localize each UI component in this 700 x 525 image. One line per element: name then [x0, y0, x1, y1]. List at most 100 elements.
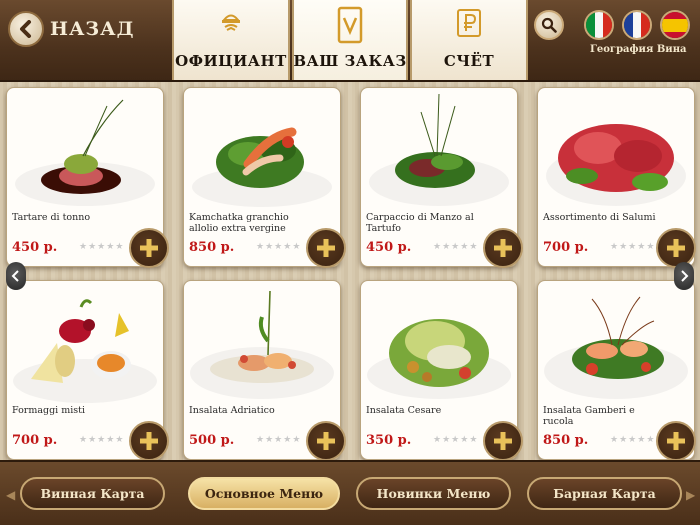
star-icon[interactable]: ★ [88, 242, 96, 252]
tab-bill[interactable]: СЧЁТ [410, 0, 528, 80]
menu-card[interactable]: Insalata Cesare 350 р. ★ ★ ★ ★ ★ [360, 280, 523, 461]
add-to-order-button[interactable] [129, 421, 169, 461]
star-icon[interactable]: ★ [442, 242, 450, 252]
add-to-order-button[interactable] [306, 228, 346, 268]
star-icon[interactable]: ★ [88, 435, 96, 445]
star-icon[interactable]: ★ [637, 242, 645, 252]
rating-stars[interactable]: ★ ★ ★ ★ ★ [433, 435, 477, 445]
star-icon[interactable]: ★ [442, 435, 450, 445]
rating-stars[interactable]: ★ ★ ★ ★ ★ [256, 242, 300, 252]
previous-page-button[interactable] [6, 262, 26, 290]
add-to-order-button[interactable] [483, 421, 523, 461]
star-icon[interactable]: ★ [283, 242, 291, 252]
dish-name: Insalata Cesare [366, 405, 442, 416]
add-to-order-button[interactable] [306, 421, 346, 461]
dish-name: Assortimento di Salumi [543, 212, 656, 223]
dish-price: 850 р. [543, 433, 589, 448]
star-icon[interactable]: ★ [433, 435, 441, 445]
add-to-order-button[interactable] [656, 228, 696, 268]
dish-image [192, 127, 332, 207]
star-icon[interactable]: ★ [433, 242, 441, 252]
dish-price: 700 р. [543, 240, 589, 255]
bar-menu-button[interactable]: Барная Карта [527, 477, 682, 510]
add-to-order-button[interactable] [483, 228, 523, 268]
star-icon[interactable]: ★ [451, 242, 459, 252]
star-icon[interactable]: ★ [619, 242, 627, 252]
plus-icon [494, 432, 512, 450]
star-icon[interactable]: ★ [637, 435, 645, 445]
star-icon[interactable]: ★ [79, 435, 87, 445]
tab-your-order[interactable]: ВАШ ЗАКАЗ [292, 0, 408, 80]
chevron-right-icon [681, 270, 689, 282]
chevron-left-icon [11, 270, 19, 282]
star-icon[interactable]: ★ [469, 435, 477, 445]
star-icon[interactable]: ★ [106, 242, 114, 252]
chevron-left-icon: ◀ [6, 488, 16, 502]
menu-card[interactable]: Carpaccio di Manzo al Tartufo 450 р. ★ ★ ★… [360, 87, 523, 268]
star-icon[interactable]: ★ [79, 242, 87, 252]
wine-geography-label[interactable]: География Вина [590, 44, 698, 55]
star-icon[interactable]: ★ [451, 435, 459, 445]
menu-card[interactable]: Insalata Adriatico 500 р. ★ ★ ★ ★ ★ [183, 280, 346, 461]
star-icon[interactable]: ★ [106, 435, 114, 445]
menu-card[interactable]: Tartare di tonno 450 р. ★ ★ ★ ★ ★ [6, 87, 169, 268]
france-flag-icon[interactable] [622, 10, 652, 40]
star-icon[interactable]: ★ [646, 435, 654, 445]
star-icon[interactable]: ★ [283, 435, 291, 445]
new-items-button[interactable]: Новинки Меню [356, 477, 511, 510]
rating-stars[interactable]: ★ ★ ★ ★ ★ [79, 242, 123, 252]
plus-icon [667, 432, 685, 450]
next-page-button[interactable] [674, 262, 694, 290]
search-button[interactable] [534, 10, 564, 40]
star-icon[interactable]: ★ [115, 242, 123, 252]
italy-flag-icon[interactable] [584, 10, 614, 40]
ruble-icon [456, 8, 482, 42]
menu-card[interactable]: Kamchatka granchio allolio extra vergine… [183, 87, 346, 268]
dish-name: Formaggi misti [12, 405, 86, 416]
tab-waiter[interactable]: ОФИЦИАНТ [172, 0, 290, 80]
rating-stars[interactable]: ★ ★ ★ ★ ★ [79, 435, 123, 445]
star-icon[interactable]: ★ [97, 242, 105, 252]
add-to-order-button[interactable] [129, 228, 169, 268]
dish-image [367, 319, 511, 399]
menu-card[interactable]: Assortimento di Salumi 700 р. ★ ★ ★ ★ ★ [537, 87, 696, 268]
chevron-left-icon [8, 11, 44, 47]
star-icon[interactable]: ★ [256, 435, 264, 445]
rating-stars[interactable]: ★ ★ ★ ★ ★ [610, 242, 654, 252]
tab-bill-label: СЧЁТ [443, 52, 495, 70]
star-icon[interactable]: ★ [610, 242, 618, 252]
rating-stars[interactable]: ★ ★ ★ ★ ★ [610, 435, 654, 445]
add-to-order-button[interactable] [656, 421, 696, 461]
rating-stars[interactable]: ★ ★ ★ ★ ★ [256, 435, 300, 445]
star-icon[interactable]: ★ [256, 242, 264, 252]
star-icon[interactable]: ★ [469, 242, 477, 252]
star-icon[interactable]: ★ [460, 435, 468, 445]
star-icon[interactable]: ★ [265, 242, 273, 252]
rating-stars[interactable]: ★ ★ ★ ★ ★ [433, 242, 477, 252]
wine-list-button[interactable]: Винная Карта [20, 477, 165, 510]
star-icon[interactable]: ★ [274, 435, 282, 445]
star-icon[interactable]: ★ [646, 242, 654, 252]
star-icon[interactable]: ★ [292, 435, 300, 445]
menu-card[interactable]: Insalata Gamberi e rucola 850 р. ★ ★ ★ ★ ★ [537, 280, 696, 461]
spain-flag-icon[interactable] [660, 10, 690, 40]
star-icon[interactable]: ★ [610, 435, 618, 445]
star-icon[interactable]: ★ [115, 435, 123, 445]
menu-card[interactable]: Formaggi misti 700 р. ★ ★ ★ ★ ★ [6, 280, 169, 461]
star-icon[interactable]: ★ [292, 242, 300, 252]
star-icon[interactable]: ★ [628, 435, 636, 445]
chevron-right-icon: ▶ [686, 488, 696, 502]
star-icon[interactable]: ★ [460, 242, 468, 252]
star-icon[interactable]: ★ [274, 242, 282, 252]
star-icon[interactable]: ★ [265, 435, 273, 445]
dish-name: Insalata Adriatico [189, 405, 275, 416]
plus-icon [317, 239, 335, 257]
star-icon[interactable]: ★ [97, 435, 105, 445]
star-icon[interactable]: ★ [619, 435, 627, 445]
bottom-bar: ◀ Винная Карта Основное Меню Новинки Мен… [0, 460, 700, 525]
back-button[interactable]: НАЗАД [8, 10, 158, 48]
dish-image [190, 290, 334, 399]
star-icon[interactable]: ★ [628, 242, 636, 252]
main-menu-button[interactable]: Основное Меню [188, 477, 340, 510]
order-document-icon [336, 6, 364, 52]
